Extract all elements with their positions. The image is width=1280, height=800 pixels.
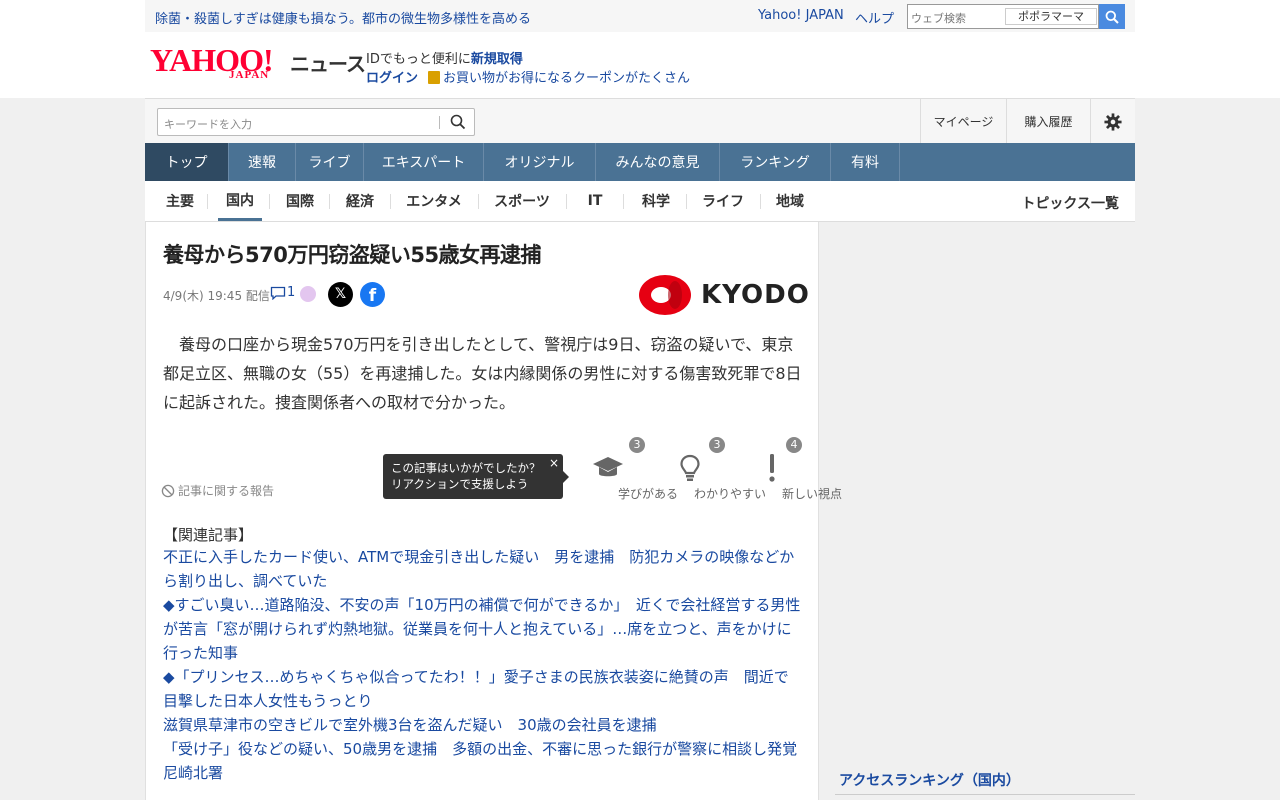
- keyword-search-placeholder: キーワードを入力: [164, 118, 252, 131]
- category-tab-main[interactable]: 主要: [157, 181, 203, 221]
- category-nav: 主要 国内 国際 経済 エンタメ スポーツ IT 科学 ライフ 地域 トピックス…: [145, 181, 1135, 222]
- reaction-learn-count: 3: [629, 437, 645, 453]
- article-card: 養母から570万円窃盗疑い55歳女再逮捕 4/9(木) 19:45 配信 1 𝕏…: [145, 222, 842, 800]
- category-tab-economy[interactable]: 経済: [338, 181, 382, 221]
- tooltip-close-icon[interactable]: ×: [549, 455, 559, 471]
- share-facebook-button[interactable]: f: [360, 282, 385, 307]
- related-article-link[interactable]: ◆「プリンセス…めちゃくちゃ似合ってたわ！！」愛子さまの民族衣装姿に絶賛の声 間…: [163, 665, 803, 713]
- category-tab-region[interactable]: 地域: [768, 181, 812, 221]
- section-name: ニュース: [290, 52, 366, 76]
- coupon-link[interactable]: お買い物がお得になるクーポンがたくさん: [443, 71, 690, 86]
- report-article-label: 記事に関する報告: [178, 484, 275, 498]
- category-divider: [760, 194, 761, 209]
- gear-icon: [1104, 112, 1122, 131]
- related-articles-heading: 【関連記事】: [163, 526, 254, 544]
- facebook-logo-icon: f: [368, 286, 377, 306]
- login-link[interactable]: ログイン: [366, 71, 418, 86]
- related-article-link[interactable]: 不正に入手したカード使い、ATMで現金引き出した疑い 男を逮捕 防犯カメラの映像…: [163, 545, 803, 593]
- web-search-button[interactable]: [1099, 4, 1125, 29]
- main-nav-live[interactable]: ライブ: [296, 143, 364, 181]
- graduation-cap-icon: [593, 457, 623, 477]
- category-divider: [623, 194, 624, 209]
- id-promo-text: IDでもっと便利に: [366, 52, 471, 67]
- category-divider: [686, 194, 687, 209]
- category-tab-domestic[interactable]: 国内: [218, 181, 262, 221]
- search-divider: [439, 116, 440, 129]
- exclamation-icon: [769, 454, 775, 482]
- web-search-placeholder: ウェブ検索: [911, 12, 966, 25]
- category-tab-sports[interactable]: スポーツ: [486, 181, 558, 221]
- promo-notice-link[interactable]: 除菌・殺菌しすぎは健康も損なう。都市の微生物多様性を高める: [155, 8, 531, 27]
- yahoo-logo-japan: JAPAN: [229, 69, 270, 81]
- prohibited-icon: [161, 484, 175, 497]
- share-x-button[interactable]: 𝕏: [328, 282, 353, 307]
- login-line: ログイン お買い物がお得になるクーポンがたくさん: [366, 67, 690, 86]
- category-divider: [207, 194, 208, 209]
- all-topics-link[interactable]: トピックス一覧: [1021, 193, 1119, 213]
- main-nav: トップ 速報 ライブ エキスパート オリジナル みんなの意見 ランキング 有料: [145, 143, 1135, 181]
- related-article-link[interactable]: ◆すごい臭い…道路陥没、不安の声「10万円の補償で何ができるか」 近くで会社経営…: [163, 593, 803, 665]
- reaction-new-view-label: 新しい視点: [781, 487, 842, 501]
- reaction-clear-count: 3: [709, 437, 725, 453]
- reaction-clear-label: わかりやすい: [693, 487, 766, 501]
- category-divider: [390, 194, 391, 209]
- settings-button[interactable]: [1090, 99, 1135, 144]
- coupon-icon: [428, 71, 441, 84]
- mypage-link[interactable]: マイページ: [920, 99, 1006, 144]
- category-tab-science[interactable]: 科学: [634, 181, 678, 221]
- main-nav-ranking[interactable]: ランキング: [720, 143, 831, 181]
- top-utility-bar: 除菌・殺菌しすぎは健康も損なう。都市の微生物多様性を高める Yahoo! JAP…: [145, 0, 1135, 32]
- related-articles-list: 不正に入手したカード使い、ATMで現金引き出した疑い 男を逮捕 防犯カメラの映像…: [163, 545, 812, 785]
- comment-count: 1: [287, 285, 296, 300]
- register-link[interactable]: 新規取得: [471, 52, 523, 67]
- yahoo-japan-link[interactable]: Yahoo! JAPAN: [758, 8, 844, 23]
- x-logo-icon: 𝕏: [334, 286, 347, 302]
- main-nav-expert[interactable]: エキスパート: [364, 143, 484, 181]
- article-headline: 養母から570万円窃盗疑い55歳女再逮捕: [163, 243, 542, 267]
- reaction-new-view-count: 4: [786, 437, 802, 453]
- article-date: 4/9(木) 19:45 配信: [163, 289, 270, 303]
- search-icon[interactable]: [450, 114, 466, 130]
- reaction-face-icon: [300, 286, 316, 302]
- id-promo: IDでもっと便利に新規取得: [366, 48, 523, 67]
- search-icon: [1105, 10, 1119, 24]
- web-search-input[interactable]: ウェブ検索 ポポラマーマ: [907, 4, 1099, 29]
- lightbulb-icon: [680, 454, 700, 481]
- main-nav-top[interactable]: トップ: [145, 143, 229, 181]
- category-divider: [269, 194, 270, 209]
- web-search-suggestion-chip[interactable]: ポポラマーマ: [1005, 8, 1097, 25]
- main-nav-opinions[interactable]: みんなの意見: [596, 143, 720, 181]
- category-tab-entertainment[interactable]: エンタメ: [398, 181, 470, 221]
- keyword-search-input[interactable]: キーワードを入力: [157, 108, 475, 136]
- comment-link[interactable]: 1: [270, 285, 295, 300]
- report-article-link[interactable]: 記事に関する報告: [161, 482, 274, 499]
- tooltip-line-2: リアクションで支援しよう: [391, 477, 529, 491]
- help-link[interactable]: ヘルプ: [855, 8, 894, 27]
- ranking-divider: [835, 794, 1135, 795]
- reaction-learn-label: 学びがある: [617, 487, 678, 501]
- search-bar: キーワードを入力 マイページ 購入履歴: [145, 98, 1135, 144]
- category-tab-it[interactable]: IT: [576, 181, 614, 221]
- related-article-link[interactable]: 「受け子」役などの疑い、50歳男を逮捕 多額の出金、不審に思った銀行が警察に相談…: [163, 737, 812, 785]
- kyodo-logo-icon: [639, 275, 691, 315]
- main-nav-breaking[interactable]: 速報: [229, 143, 296, 181]
- source-name[interactable]: KYODO: [701, 280, 810, 310]
- article-body: 養母の口座から現金570万円を引き出したとして、警視庁は9日、窃盗の疑いで、東京…: [163, 335, 802, 412]
- main-nav-paid[interactable]: 有料: [831, 143, 900, 181]
- account-links: マイページ 購入履歴: [920, 99, 1135, 144]
- access-ranking-heading[interactable]: アクセスランキング（国内）: [839, 770, 1020, 790]
- category-divider: [478, 194, 479, 209]
- category-divider: [329, 194, 330, 209]
- reaction-tooltip: この記事はいかがでしたか？ リアクションで支援しよう ×: [383, 454, 569, 499]
- yahoo-news-logo[interactable]: YAHOO! JAPAN: [150, 44, 290, 84]
- comment-icon: [270, 286, 286, 300]
- category-tab-international[interactable]: 国際: [278, 181, 322, 221]
- category-tab-life[interactable]: ライフ: [695, 181, 751, 221]
- related-article-link[interactable]: 滋賀県草津市の空きビルで室外機3台を盗んだ疑い 30歳の会社員を逮捕: [163, 713, 803, 737]
- purchase-history-link[interactable]: 購入履歴: [1006, 99, 1090, 144]
- main-nav-original[interactable]: オリジナル: [484, 143, 596, 181]
- tooltip-line-1: この記事はいかがでしたか？: [391, 461, 541, 475]
- category-divider: [566, 194, 567, 209]
